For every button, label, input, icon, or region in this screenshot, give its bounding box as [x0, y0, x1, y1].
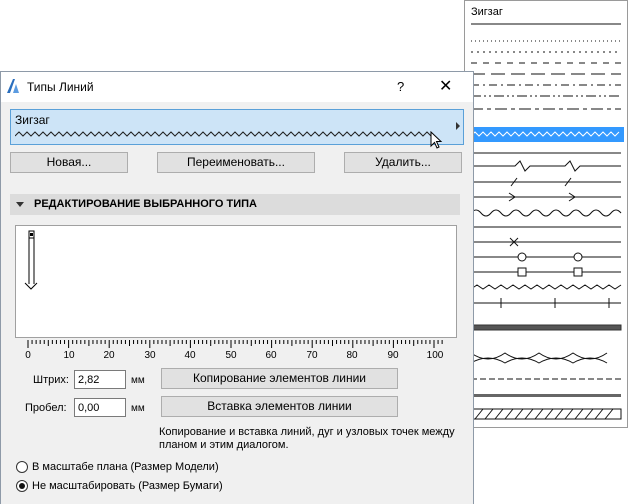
square-b	[573, 267, 583, 277]
circle-a	[517, 252, 527, 262]
line-stripe-band	[471, 394, 621, 397]
line-zigzag	[470, 131, 620, 137]
scale-model-radio[interactable]	[16, 461, 28, 473]
new-button[interactable]: Новая...	[10, 152, 128, 173]
gap-length-input[interactable]	[74, 398, 126, 417]
ruler-label: 50	[225, 350, 237, 361]
ruler-label: 0	[25, 350, 31, 361]
dash-length-input[interactable]	[74, 370, 126, 389]
dash-unit: мм	[131, 375, 145, 386]
copy-elements-button[interactable]: Копирование элементов линии	[161, 368, 398, 389]
scale-model-label: В масштабе плана (Размер Модели)	[32, 461, 219, 473]
line-type-select[interactable]: Зигзаг	[10, 109, 464, 145]
help-button[interactable]: ?	[397, 79, 404, 94]
scale-paper-radio[interactable]	[16, 480, 28, 492]
line-types-dialog: Типы Линий ? ✕ Зигзаг Новая... Переимено…	[0, 71, 474, 504]
dash-handle-graphic[interactable]	[16, 226, 456, 337]
ruler-label: 70	[306, 350, 318, 361]
dialog-title: Типы Линий	[27, 80, 94, 94]
square-a	[517, 267, 527, 277]
line-hatched-band	[470, 324, 622, 331]
section-header[interactable]: РЕДАКТИРОВАНИЕ ВЫБРАННОГО ТИПА	[10, 194, 460, 215]
line-edit-canvas[interactable]	[15, 225, 457, 338]
line-zigzag-small	[470, 284, 622, 290]
chevron-down-icon	[16, 202, 24, 207]
zigzag-preview	[15, 131, 432, 137]
titlebar[interactable]: Типы Линий ? ✕	[1, 72, 473, 102]
ruler-label: 20	[103, 350, 115, 361]
chevron-right-icon	[456, 122, 460, 130]
selected-type-name: Зигзаг	[15, 113, 50, 127]
mouse-cursor-icon	[430, 131, 443, 149]
rename-button[interactable]: Переименовать...	[157, 152, 315, 173]
ruler: 0 10 20 30 40 50 60 70 80 90 100	[15, 340, 465, 362]
gap-label: Пробел:	[25, 402, 67, 414]
copy-paste-note: Копирование и вставка линий, дуг и узлов…	[159, 426, 455, 451]
dropdown-line-samples[interactable]	[465, 1, 628, 429]
ruler-label: 30	[144, 350, 156, 361]
line-type-dropdown-list[interactable]: Зигзаг	[464, 0, 628, 428]
ruler-label: 90	[387, 350, 399, 361]
circle-b	[573, 252, 583, 262]
line-zigzag-break	[471, 160, 621, 172]
ruler-label: 40	[184, 350, 196, 361]
scale-paper-label: Не масштабировать (Размер Бумаги)	[32, 480, 223, 492]
delete-button[interactable]: Удалить...	[344, 152, 462, 173]
paste-elements-button[interactable]: Вставка элементов линии	[161, 396, 398, 417]
dash-label: Штрих:	[33, 374, 69, 386]
line-wave	[470, 209, 622, 217]
ruler-label: 100	[426, 350, 444, 361]
gap-unit: мм	[131, 403, 145, 414]
section-title: РЕДАКТИРОВАНИЕ ВЫБРАННОГО ТИПА	[34, 198, 257, 210]
ruler-label: 80	[346, 350, 358, 361]
archicad-icon	[7, 79, 19, 93]
ruler-label: 10	[63, 350, 75, 361]
ruler-label: 60	[265, 350, 277, 361]
close-icon[interactable]: ✕	[439, 76, 452, 96]
